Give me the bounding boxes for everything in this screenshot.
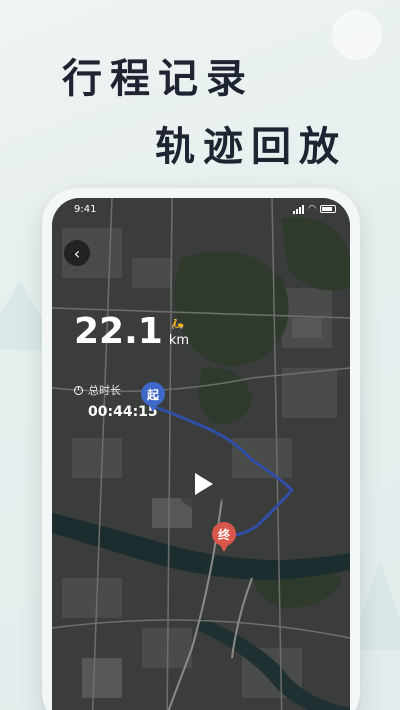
status-bar: 9:41 ◠ bbox=[52, 198, 350, 220]
decorative-circle bbox=[332, 10, 382, 60]
play-icon bbox=[195, 473, 213, 495]
duration-label-text: 总时长 bbox=[88, 384, 121, 397]
promo-headline-secondary: 轨迹回放 bbox=[155, 124, 347, 170]
signal-icon bbox=[293, 204, 305, 214]
trip-distance: 22.1 🛵 km bbox=[74, 314, 189, 350]
clock-icon bbox=[74, 385, 83, 395]
scooter-icon: 🛵 bbox=[170, 317, 185, 330]
back-button[interactable]: ‹ bbox=[64, 240, 90, 266]
duration-label: 总时长 bbox=[74, 382, 121, 398]
wifi-icon: ◠ bbox=[308, 204, 316, 214]
status-icons: ◠ bbox=[293, 204, 336, 214]
back-arrow-icon: ‹ bbox=[73, 243, 81, 263]
satellite-map[interactable] bbox=[52, 198, 350, 710]
duration-value: 00:44:15 bbox=[88, 404, 158, 420]
distance-unit-wrap: 🛵 km bbox=[168, 317, 190, 348]
phone-frame: 9:41 ◠ ‹ 22.1 🛵 km 总时长 00:44:15 起 终 bbox=[42, 188, 360, 710]
distance-value: 22.1 bbox=[74, 311, 163, 352]
distance-unit: km bbox=[168, 333, 190, 348]
battery-icon bbox=[320, 205, 336, 213]
promo-headline-primary: 行程记录 bbox=[62, 56, 254, 102]
start-marker[interactable]: 起 bbox=[141, 382, 165, 412]
status-time: 9:41 bbox=[74, 203, 97, 215]
play-button[interactable] bbox=[176, 458, 228, 510]
end-marker[interactable]: 终 bbox=[212, 522, 236, 552]
map-screen[interactable]: 9:41 ◠ ‹ 22.1 🛵 km 总时长 00:44:15 起 终 bbox=[52, 198, 350, 710]
